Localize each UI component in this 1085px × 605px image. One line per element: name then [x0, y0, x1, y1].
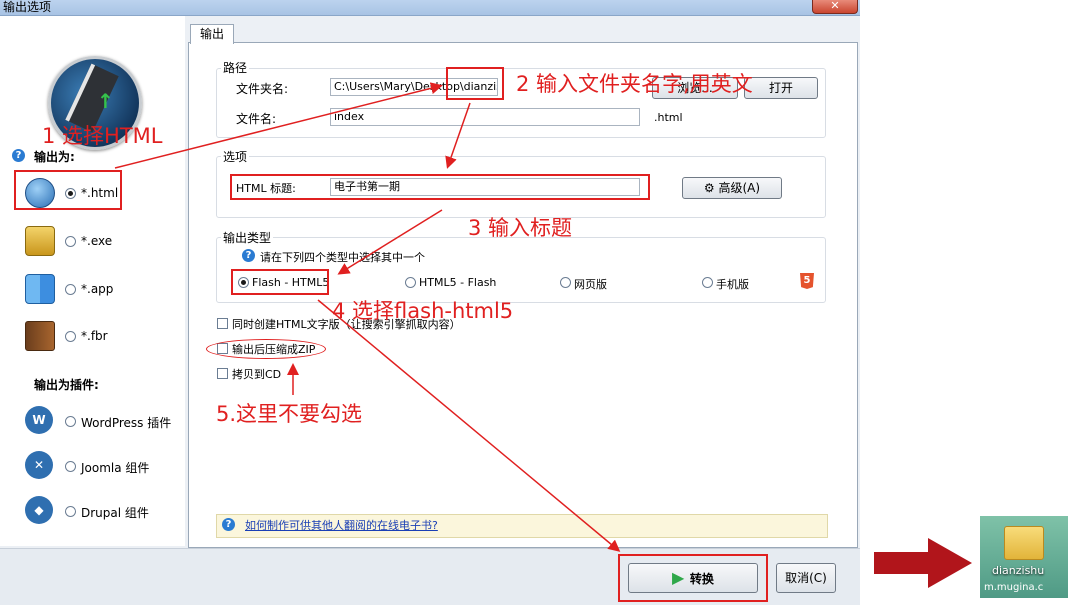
watermark: m.mugina.c: [984, 582, 1044, 593]
arrow-step1: [114, 82, 443, 169]
arrow-step4: [317, 299, 621, 552]
arrow-step2: [445, 102, 471, 169]
folder-label: dianzishu: [992, 564, 1045, 577]
big-right-arrow: [874, 538, 972, 588]
arrow-step3: [337, 209, 443, 275]
desktop-thumbnail: dianzishu m.mugina.c: [980, 516, 1068, 598]
tab-output[interactable]: 输出: [190, 24, 234, 44]
annotation-arrows: [114, 82, 972, 588]
folder-icon[interactable]: [1004, 526, 1044, 560]
